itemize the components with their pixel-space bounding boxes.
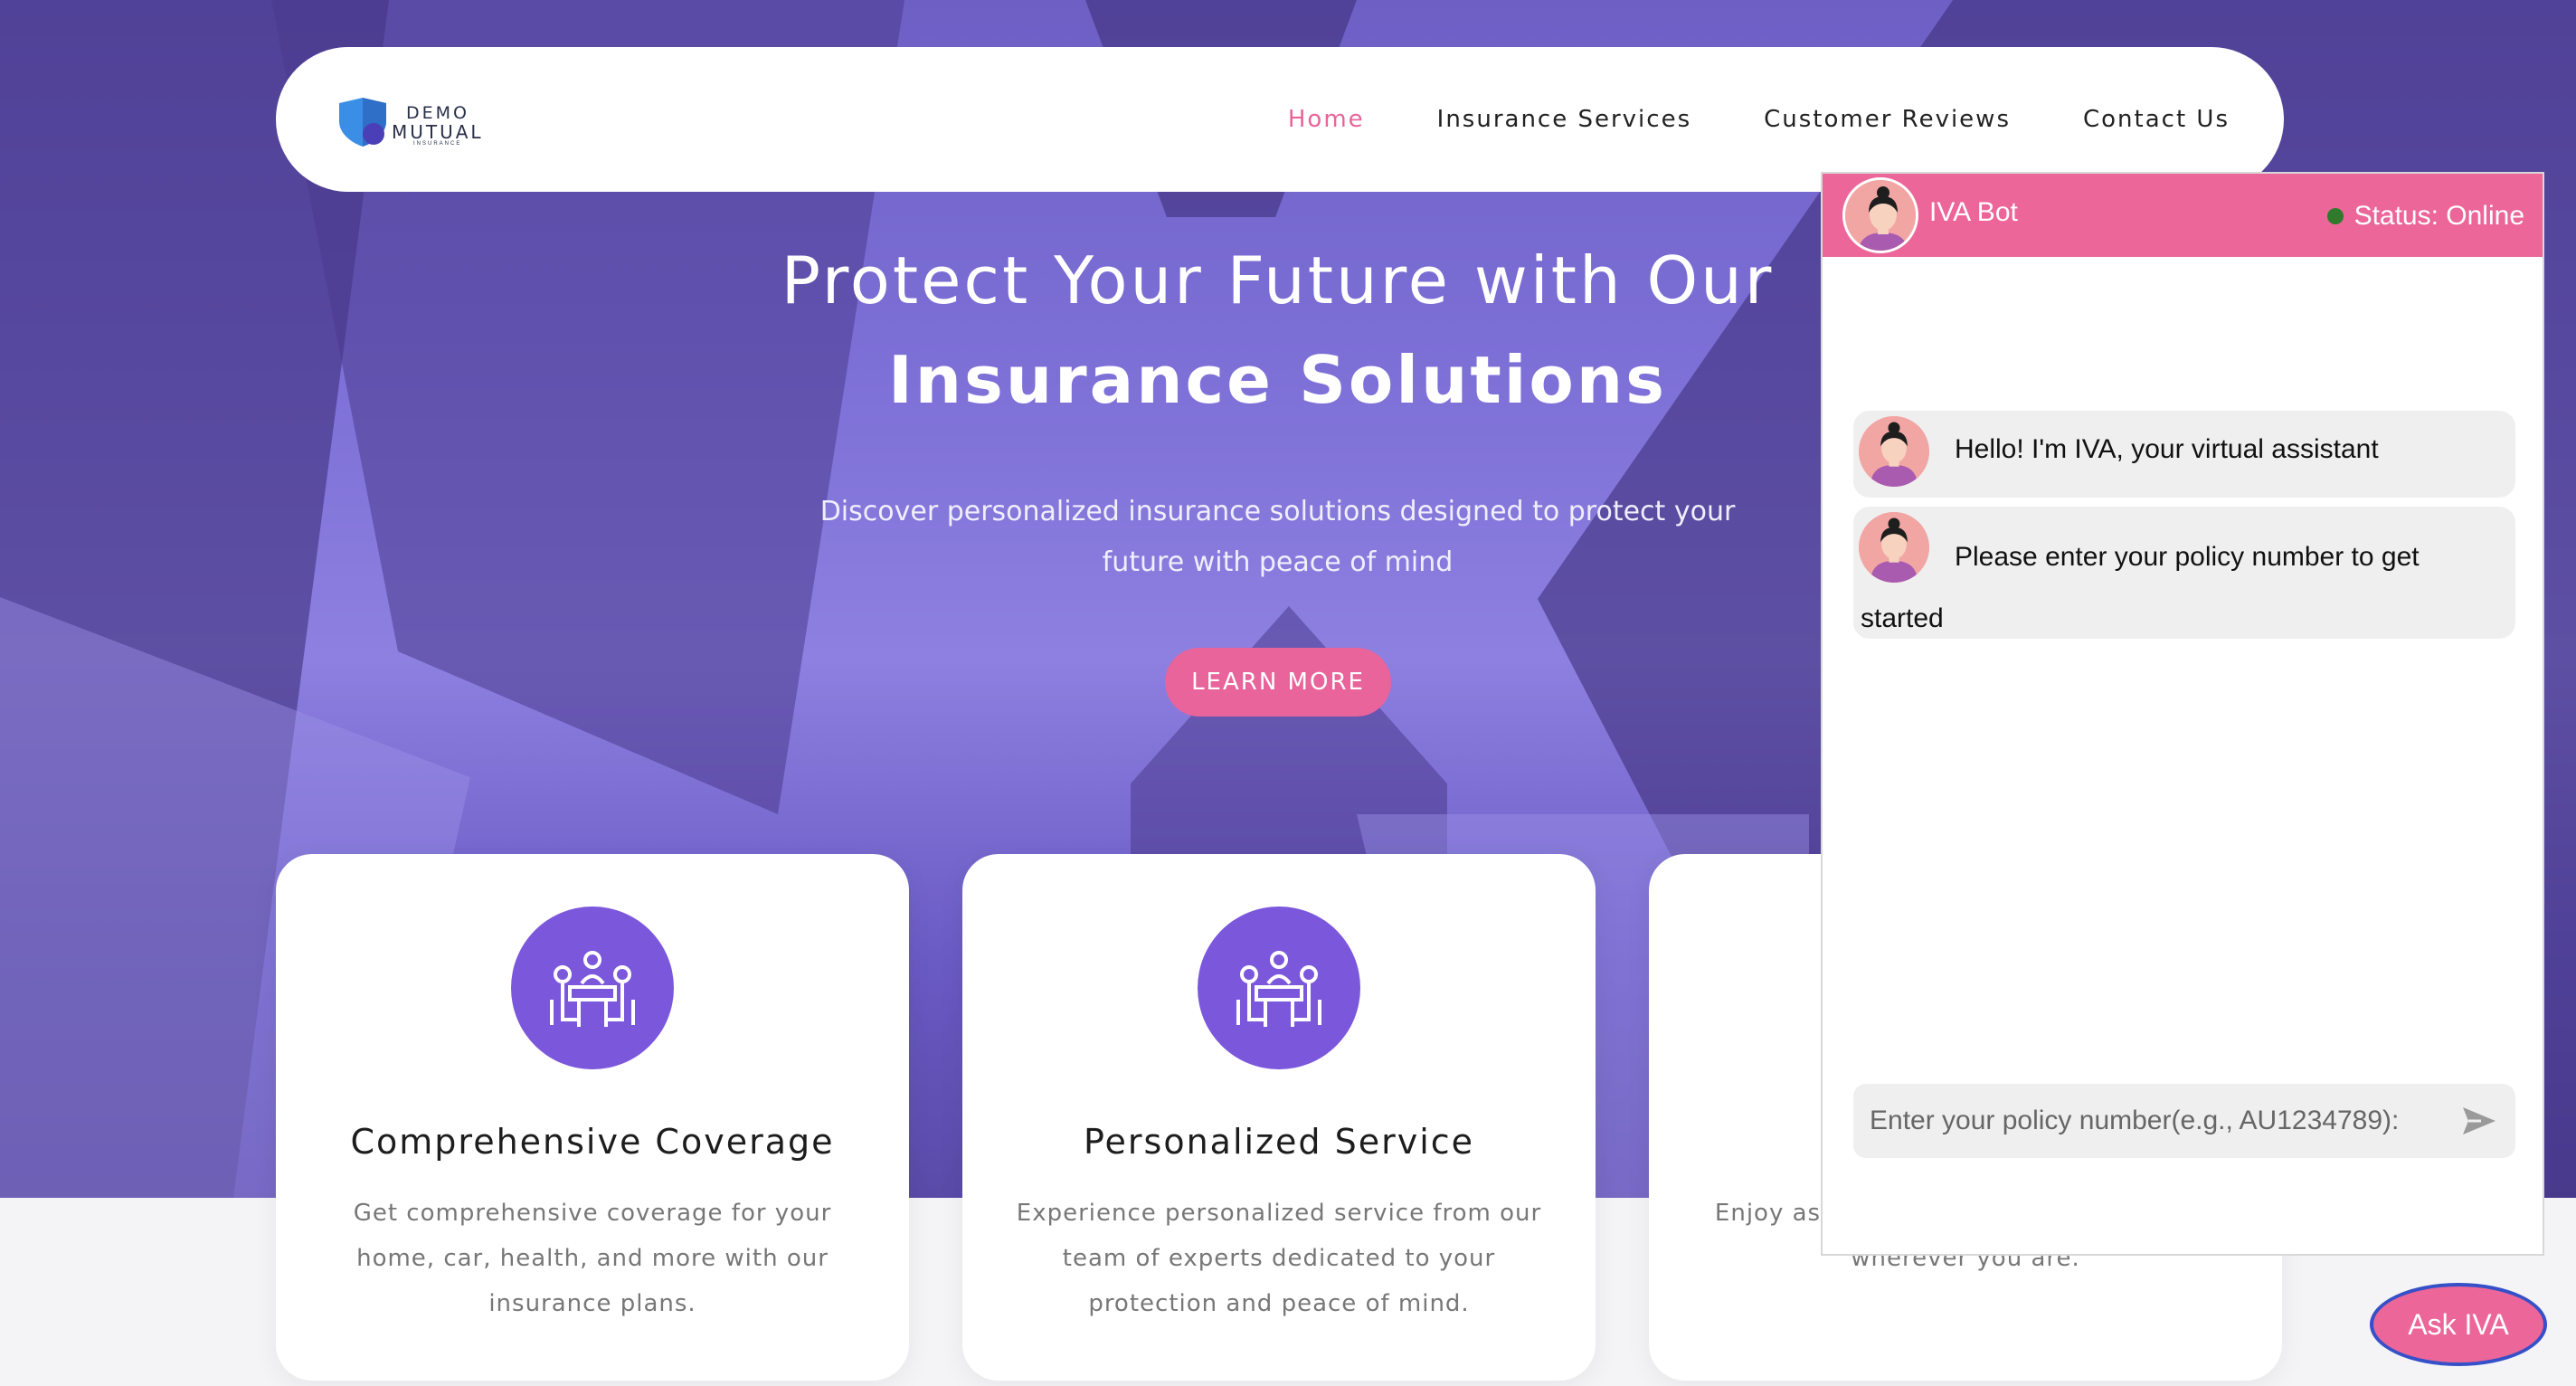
learn-more-button[interactable]: LEARN MORE (1165, 648, 1391, 717)
brand-logo[interactable]: DEMO MUTUAL INSURANCE (334, 96, 515, 147)
feature-card-service: Personalized Service Experience personal… (962, 854, 1596, 1381)
nav-customer-reviews[interactable]: Customer Reviews (1764, 106, 2011, 133)
chat-message: Please enter your policy number to get s… (1853, 507, 2515, 639)
hero-title-line2: Insurance Solutions (887, 342, 1668, 418)
bot-avatar (1842, 177, 1918, 253)
hero-subtitle: Discover personalized insurance solution… (819, 496, 1736, 578)
nav-contact-us[interactable]: Contact Us (2083, 106, 2230, 133)
status-text: Status: Online (2353, 201, 2524, 231)
nav-home[interactable]: Home (1288, 106, 1365, 133)
feature-text: Get comprehensive coverage for your home… (353, 1200, 832, 1317)
shield-logo-icon (339, 98, 386, 147)
nav-insurance-services[interactable]: Insurance Services (1437, 106, 1691, 133)
message-text: Hello! I'm IVA, your virtual assistant (1955, 434, 2379, 464)
send-icon[interactable] (2461, 1106, 2497, 1136)
navbar: DEMO MUTUAL INSURANCE Home Insurance Ser… (276, 47, 2284, 192)
message-text: Please enter your policy number to get s… (1861, 542, 2420, 633)
chat-header: IVA Bot Status: Online (1823, 174, 2543, 257)
bot-name: IVA Bot (1929, 197, 2018, 227)
brand-name-line2: MUTUAL (392, 121, 484, 143)
hero-title-line1: Protect Your Future with Our (781, 242, 1775, 318)
ask-iva-button[interactable]: Ask IVA (2370, 1283, 2547, 1366)
chat-input-bar (1853, 1084, 2515, 1158)
online-dot-icon (2326, 208, 2344, 224)
team-meeting-icon (511, 907, 674, 1069)
feature-title: Comprehensive Coverage (350, 1122, 835, 1162)
feature-title: Personalized Service (1083, 1122, 1475, 1162)
feature-card-coverage: Comprehensive Coverage Get comprehensive… (276, 854, 909, 1381)
bot-avatar (1859, 416, 1929, 487)
team-meeting-icon (1198, 907, 1360, 1069)
status-indicator: Status: Online (2326, 201, 2524, 232)
brand-name-line1: DEMO (406, 103, 469, 123)
chat-widget: IVA Bot Status: Online Hello! I'm IVA, y… (1821, 172, 2544, 1256)
main-nav: Home Insurance Services Customer Reviews… (1288, 47, 2230, 192)
policy-number-input[interactable] (1870, 1084, 2448, 1158)
brand-name-line3: INSURANCE (413, 141, 462, 147)
chat-message: Hello! I'm IVA, your virtual assistant (1853, 411, 2515, 498)
feature-text: Experience personalized service from our… (1016, 1200, 1542, 1317)
